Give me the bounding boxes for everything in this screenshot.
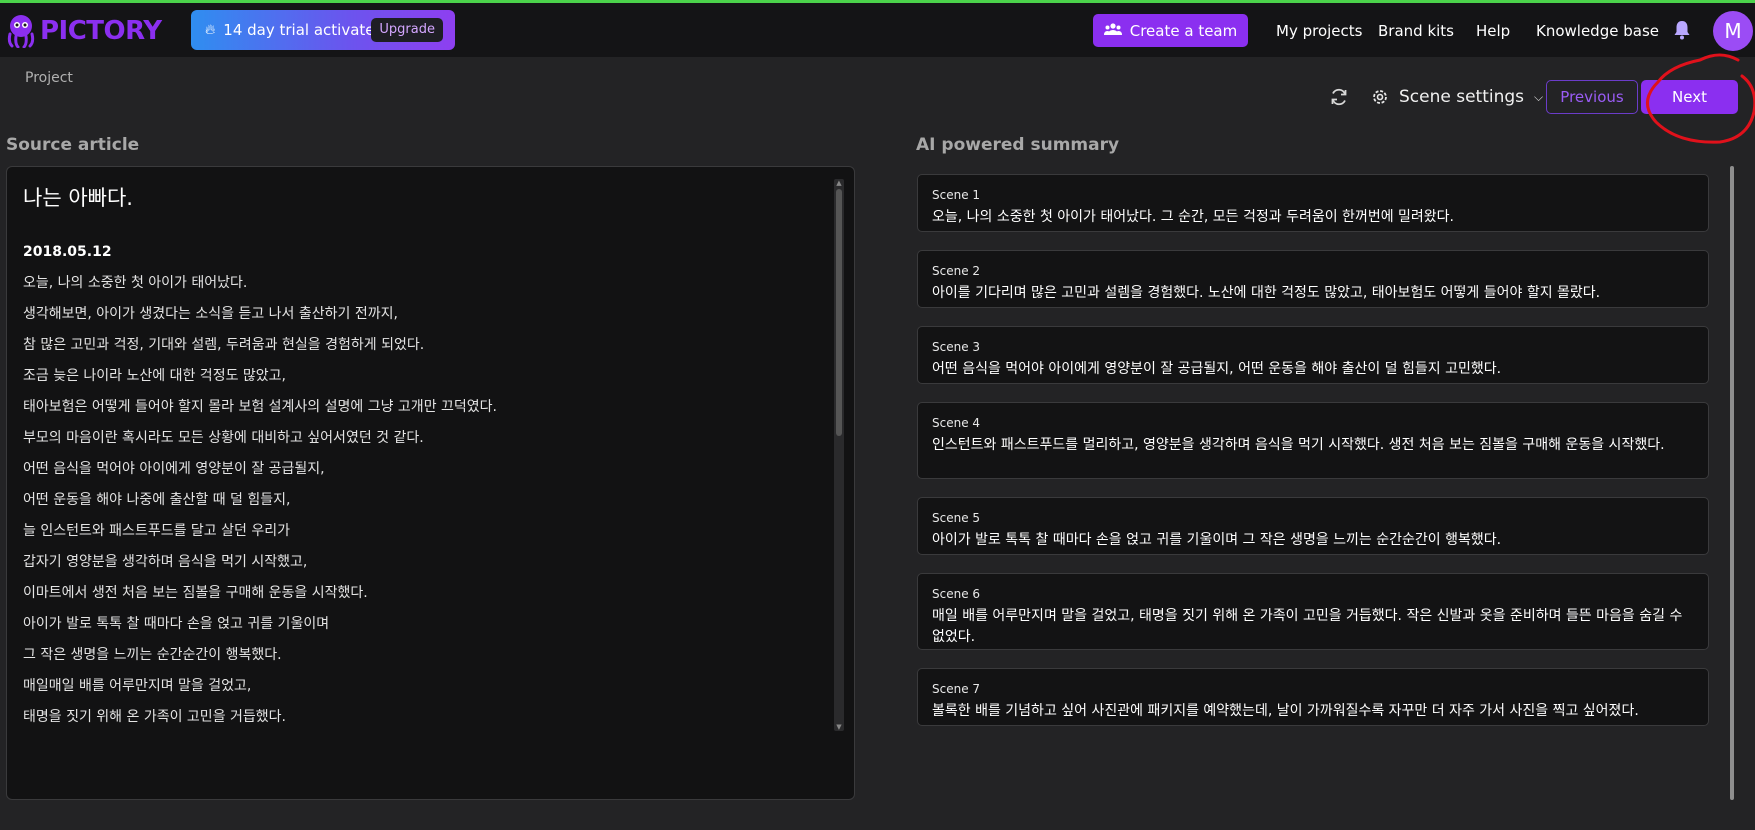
- trial-banner: 🔥︎ 14 day trial activated! Upgrade: [191, 10, 455, 50]
- pictory-logo[interactable]: PICTORY: [6, 11, 162, 51]
- nav-brand-kits[interactable]: Brand kits: [1378, 22, 1454, 40]
- article-line: 어떤 운동을 해야 나중에 출산할 때 덜 힘들지,: [23, 492, 291, 508]
- article-line: 늘 인스턴트와 패스트푸드를 달고 살던 우리가: [23, 523, 290, 539]
- source-article-title: Source article: [6, 135, 140, 155]
- octopus-logo-icon: [7, 15, 35, 48]
- scroll-down-icon[interactable]: ▼: [834, 723, 844, 731]
- breadcrumb[interactable]: Project: [25, 70, 73, 86]
- user-avatar[interactable]: M: [1713, 11, 1753, 51]
- scene-label: Scene 3: [932, 340, 981, 354]
- scroll-up-icon[interactable]: ▲: [834, 179, 844, 187]
- scene-text[interactable]: 매일 배를 어루만지며 말을 걸었고, 태명을 짓기 위해 온 가족이 고민을 …: [932, 606, 1694, 648]
- scrollbar-thumb[interactable]: [1730, 166, 1734, 800]
- scene-card[interactable]: Scene 6 매일 배를 어루만지며 말을 걸었고, 태명을 짓기 위해 온 가…: [917, 573, 1709, 650]
- previous-button[interactable]: Previous: [1546, 80, 1638, 114]
- create-team-label: Create a team: [1129, 21, 1238, 40]
- nav-my-projects[interactable]: My projects: [1276, 22, 1362, 40]
- article-line: 태명을 짓기 위해 온 가족이 고민을 거듭했다.: [23, 709, 286, 725]
- article-date: 2018.05.12: [23, 244, 112, 260]
- scene-text[interactable]: 오늘, 나의 소중한 첫 아이가 태어났다. 그 순간, 모든 걱정과 두려움이…: [932, 207, 1694, 228]
- article-line: 아이가 발로 톡톡 찰 때마다 손을 얹고 귀를 기울이며: [23, 616, 330, 632]
- article-line: 생각해보면, 아이가 생겼다는 소식을 듣고 나서 출산하기 전까지,: [23, 306, 398, 322]
- trial-text: 14 day trial activated!: [223, 21, 391, 39]
- scene-card[interactable]: Scene 4 인스턴트와 패스트푸드를 멀리하고, 영양분을 생각하며 음식을 …: [917, 402, 1709, 479]
- article-line: 참 많은 고민과 걱정, 기대와 설렘, 두려움과 현실을 경험하게 되었다.: [23, 337, 425, 353]
- scene-card[interactable]: Scene 2 아이를 기다리며 많은 고민과 설렘을 경험했다. 노산에 대한 …: [917, 250, 1709, 308]
- team-icon: [1103, 22, 1122, 39]
- scene-settings-dropdown[interactable]: Scene settings ⌵: [1371, 84, 1543, 110]
- scene-card[interactable]: Scene 3 어떤 음식을 먹어야 아이에게 영양분이 잘 공급될지, 어떤 운…: [917, 326, 1709, 384]
- ai-summary-title: AI powered summary: [916, 135, 1120, 155]
- scene-card[interactable]: Scene 7 볼록한 배를 기념하고 싶어 사진관에 패키지를 예약했는데, 날…: [917, 668, 1709, 726]
- article-heading: 나는 아빠다.: [23, 186, 133, 210]
- scene-list: Scene 1 오늘, 나의 소중한 첫 아이가 태어났다. 그 순간, 모든 걱…: [917, 174, 1709, 799]
- upgrade-button[interactable]: Upgrade: [371, 18, 443, 42]
- brand-name: PICTORY: [40, 16, 162, 46]
- scene-text[interactable]: 아이가 발로 톡톡 찰 때마다 손을 얹고 귀를 기울이며 그 작은 생명을 느…: [932, 530, 1694, 551]
- nav-help[interactable]: Help: [1476, 22, 1510, 40]
- scene-label: Scene 5: [932, 511, 981, 525]
- scene-card[interactable]: Scene 1 오늘, 나의 소중한 첫 아이가 태어났다. 그 순간, 모든 걱…: [917, 174, 1709, 232]
- scene-label: Scene 1: [932, 188, 981, 202]
- scene-settings-label: Scene settings: [1399, 87, 1525, 107]
- scene-text[interactable]: 아이를 기다리며 많은 고민과 설렘을 경험했다. 노산에 대한 걱정도 많았고…: [932, 283, 1694, 304]
- article-line: 갑자기 영양분을 생각하며 음식을 먹기 시작했고,: [23, 554, 308, 570]
- article-line: 이마트에서 생전 처음 보는 짐볼을 구매해 운동을 시작했다.: [23, 585, 368, 601]
- scene-label: Scene 6: [932, 587, 981, 601]
- nav-knowledge-base[interactable]: Knowledge base: [1536, 22, 1659, 40]
- refresh-icon[interactable]: [1329, 87, 1349, 107]
- top-navigation-bar: PICTORY 🔥︎ 14 day trial activated! Upgra…: [0, 3, 1755, 57]
- create-team-button[interactable]: Create a team: [1093, 14, 1248, 47]
- scene-text[interactable]: 볼록한 배를 기념하고 싶어 사진관에 패키지를 예약했는데, 날이 가까워질수…: [932, 701, 1694, 722]
- article-line: 태아보험은 어떻게 들어야 할지 몰라 보험 설계사의 설명에 그냥 고개만 끄…: [23, 399, 497, 415]
- article-line: 부모의 마음이란 혹시라도 모든 상황에 대비하고 싶어서였던 것 같다.: [23, 430, 424, 446]
- article-line: 어떤 음식을 먹어야 아이에게 영양분이 잘 공급될지,: [23, 461, 325, 477]
- chevron-down-icon: ⌵: [1534, 89, 1544, 104]
- summary-scrollbar[interactable]: [1730, 166, 1734, 800]
- scene-label: Scene 7: [932, 682, 981, 696]
- article-line: 오늘, 나의 소중한 첫 아이가 태어났다.: [23, 275, 248, 291]
- scene-label: Scene 4: [932, 416, 981, 430]
- article-line: 매일매일 배를 어루만지며 말을 걸었고,: [23, 678, 252, 694]
- scene-text[interactable]: 인스턴트와 패스트푸드를 멀리하고, 영양분을 생각하며 음식을 먹기 시작했다…: [932, 435, 1694, 456]
- article-line: 그 작은 생명을 느끼는 순간순간이 행복했다.: [23, 647, 282, 663]
- source-article-editor[interactable]: 나는 아빠다. 2018.05.12 오늘, 나의 소중한 첫 아이가 태어났다…: [6, 166, 855, 800]
- scene-label: Scene 2: [932, 264, 981, 278]
- next-button[interactable]: Next: [1641, 80, 1738, 114]
- article-line: 조금 늦은 나이라 노산에 대한 걱정도 많았고,: [23, 368, 286, 384]
- flame-icon: 🔥︎: [205, 22, 216, 38]
- scrollbar-thumb[interactable]: [836, 189, 842, 436]
- gear-icon: [1373, 90, 1387, 104]
- scene-card[interactable]: Scene 5 아이가 발로 톡톡 찰 때마다 손을 얹고 귀를 기울이며 그 작…: [917, 497, 1709, 555]
- notification-bell-icon[interactable]: [1673, 20, 1691, 40]
- scene-text[interactable]: 어떤 음식을 먹어야 아이에게 영양분이 잘 공급될지, 어떤 운동을 해야 출…: [932, 359, 1694, 380]
- source-scrollbar[interactable]: ▲ ▼: [834, 179, 844, 731]
